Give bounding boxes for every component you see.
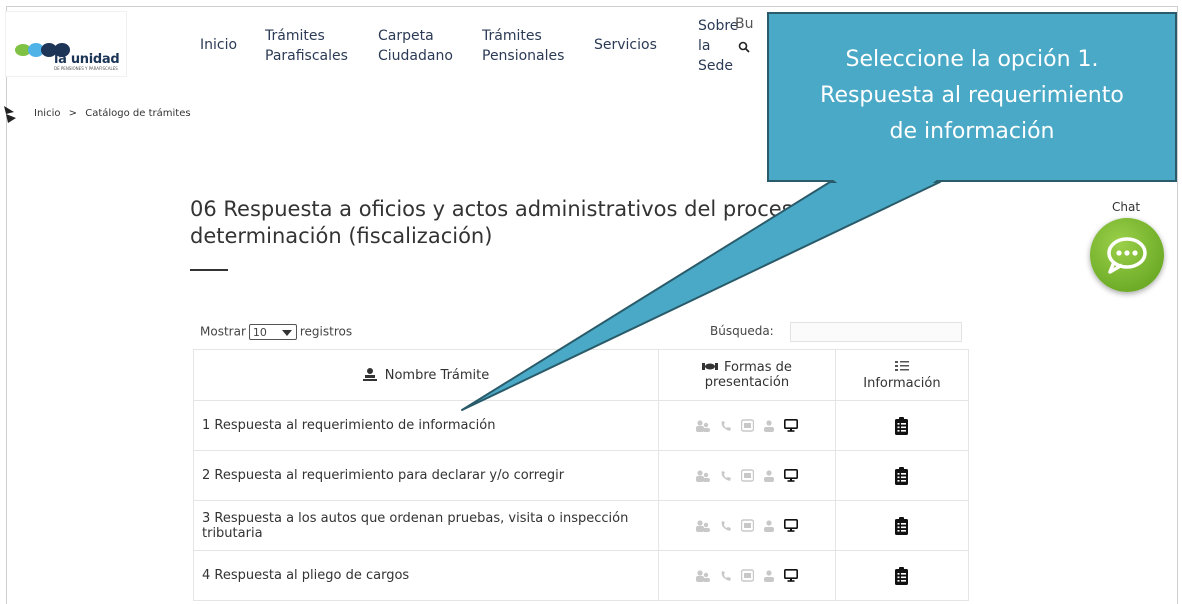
header-informacion[interactable]: Información [834, 349, 970, 401]
row-name[interactable]: 3 Respuesta a los autos que ordenan prue… [193, 500, 659, 551]
header-label: Información [863, 375, 941, 391]
nav-carpeta-ciudadano[interactable]: Carpeta Ciudadano [378, 26, 453, 66]
user-stamp-icon [362, 368, 377, 381]
table-row[interactable]: 4 Respuesta al pliego de cargos [193, 550, 970, 601]
header-label: Formas de [723, 360, 792, 375]
page-length-value: 10 [252, 326, 267, 339]
nav-label-line: Trámites [482, 28, 542, 44]
header-label: Nombre Trámite [384, 368, 490, 383]
phone-icon [722, 520, 732, 531]
nav-sobre-la-sede[interactable]: Sobre la Sede [698, 16, 738, 76]
sitemap-icon [4, 106, 16, 123]
mail-box-icon [741, 419, 755, 432]
nav-label-line: Pensionales [482, 48, 565, 64]
callout-line: de información [889, 119, 1055, 144]
row-info [834, 400, 970, 451]
logo-text: la unidad [54, 52, 120, 67]
show-suffix: registros [299, 324, 353, 339]
nav-label: Inicio [200, 37, 238, 53]
person-icon [764, 469, 775, 482]
row-forms [658, 450, 836, 501]
page-length-control: Mostrar 10 registros [200, 324, 352, 340]
person-icon [764, 419, 775, 432]
chat-label: Chat [1112, 200, 1141, 214]
table-header-row: Nombre Trámite Formas de presentación In… [193, 349, 970, 401]
mail-box-icon [741, 469, 755, 482]
table-search-label: Búsqueda: [710, 324, 774, 338]
table-row[interactable]: 3 Respuesta a los autos que ordenan prue… [193, 500, 970, 551]
phone-icon [722, 570, 732, 581]
title-underline [190, 269, 228, 271]
chat-button[interactable] [1090, 218, 1164, 292]
mail-box-icon [741, 569, 755, 582]
site-logo[interactable]: la unidad DE PENSIONES Y PARAFISCALES [6, 12, 126, 76]
clipboard-list-icon[interactable] [895, 416, 909, 435]
nav-servicios[interactable]: Servicios [594, 35, 657, 55]
desktop-icon [784, 419, 799, 432]
row-name[interactable]: 1 Respuesta al requerimiento de informac… [193, 400, 659, 451]
breadcrumb-home[interactable]: Inicio [34, 108, 60, 119]
nav-label-line: la [698, 38, 711, 54]
mail-box-icon [741, 519, 755, 532]
nav-label-line: Ciudadano [378, 48, 453, 64]
handshake-icon [701, 363, 718, 370]
row-info [834, 500, 970, 551]
desktop-icon [784, 519, 799, 532]
nav-tramites-parafiscales[interactable]: Trámites Parafiscales [265, 26, 348, 66]
phone-icon [722, 470, 732, 481]
phone-icon [722, 420, 732, 431]
person-icon [764, 569, 775, 582]
table-row[interactable]: 1 Respuesta al requerimiento de informac… [193, 400, 970, 451]
nav-inicio[interactable]: Inicio [200, 35, 237, 55]
row-info [834, 550, 970, 601]
desktop-icon [784, 569, 799, 582]
people-icon [696, 569, 711, 582]
clipboard-list-icon[interactable] [895, 566, 909, 585]
header-formas-presentacion[interactable]: Formas de presentación [658, 349, 836, 401]
logo-subtext: DE PENSIONES Y PARAFISCALES [54, 66, 118, 71]
header-nombre-tramite[interactable]: Nombre Trámite [193, 349, 659, 401]
callout-line: Seleccione la opción 1. [845, 47, 1099, 72]
header-search[interactable]: Bu [735, 16, 753, 32]
breadcrumb-separator: > [68, 108, 78, 119]
people-icon [696, 469, 711, 482]
search-icon[interactable] [738, 41, 750, 53]
row-name[interactable]: 4 Respuesta al pliego de cargos [193, 550, 659, 601]
chat-bubble-icon [1107, 237, 1147, 274]
people-icon [696, 519, 711, 532]
people-icon [696, 419, 711, 432]
nav-label-line: Sede [698, 58, 733, 74]
show-prefix: Mostrar [200, 324, 246, 339]
page-length-select[interactable]: 10 [248, 324, 297, 340]
nav-label-line: Carpeta [378, 28, 434, 44]
header-search-text: Bu [735, 16, 754, 32]
header-label-line2: presentación [704, 375, 790, 390]
row-forms [658, 550, 836, 601]
tramites-table: Nombre Trámite Formas de presentación In… [193, 349, 970, 601]
nav-label-line: Trámites [265, 28, 325, 44]
desktop-icon [784, 469, 799, 482]
row-forms [658, 500, 836, 551]
person-icon [764, 519, 775, 532]
clipboard-list-icon[interactable] [895, 516, 909, 535]
callout-box: Seleccione la opción 1. Respuesta al req… [767, 12, 1177, 182]
row-forms [658, 400, 836, 451]
nav-label-line: Sobre [698, 18, 739, 34]
row-info [834, 450, 970, 501]
page-title: 06 Respuesta a oficios y actos administr… [190, 197, 839, 248]
row-name[interactable]: 2 Respuesta al requerimiento para declar… [193, 450, 659, 501]
nav-label: Servicios [594, 37, 657, 53]
clipboard-list-icon[interactable] [895, 466, 909, 485]
breadcrumb: Inicio > Catálogo de trámites [34, 108, 191, 119]
callout-text: Seleccione la opción 1. Respuesta al req… [769, 42, 1175, 150]
table-search-input[interactable] [790, 322, 962, 342]
chevron-down-icon [281, 330, 292, 336]
callout-line: Respuesta al requerimiento [820, 83, 1124, 108]
list-check-icon [894, 360, 909, 371]
nav-tramites-pensionales[interactable]: Trámites Pensionales [482, 26, 564, 66]
table-row[interactable]: 2 Respuesta al requerimiento para declar… [193, 450, 970, 501]
nav-label-line: Parafiscales [265, 48, 348, 64]
breadcrumb-current: Catálogo de trámites [85, 108, 191, 119]
